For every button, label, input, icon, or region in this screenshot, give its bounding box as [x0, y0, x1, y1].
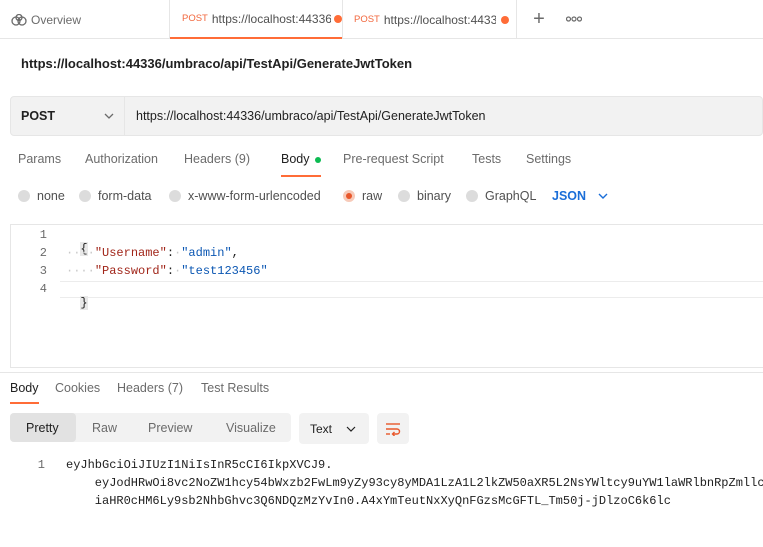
- response-format-select[interactable]: Text: [299, 413, 369, 444]
- body-format-select[interactable]: JSON: [552, 188, 608, 204]
- radio-circle[interactable]: [169, 190, 181, 202]
- indent-guide: ····: [66, 246, 95, 260]
- more-horizontal-icon: [566, 16, 582, 22]
- tab-overview[interactable]: Overview: [0, 0, 169, 39]
- new-tab-button[interactable]: +: [529, 8, 549, 30]
- wrap-lines-icon: [386, 422, 401, 436]
- radio-circle[interactable]: [79, 190, 91, 202]
- code-line[interactable]: ····"Username":·"admin",: [66, 246, 239, 260]
- tab-pre-request-script[interactable]: Pre-request Script: [343, 152, 444, 166]
- radio-raw[interactable]: raw: [343, 188, 382, 204]
- code-line[interactable]: ····"Password":·"test123456": [66, 264, 268, 278]
- indent-guide: ····: [66, 264, 95, 278]
- response-tab-headers[interactable]: Headers (7): [117, 381, 183, 395]
- active-tab-indicator: [281, 175, 321, 177]
- json-comma: ,: [231, 246, 239, 260]
- request-title[interactable]: https://localhost:44336/umbraco/api/Test…: [21, 56, 412, 71]
- line-number: 3: [39, 264, 47, 278]
- response-tab-test-results[interactable]: Test Results: [201, 381, 269, 395]
- response-line-number: 1: [37, 458, 45, 472]
- tab-method-tag: POST: [182, 13, 208, 24]
- radio-circle[interactable]: [466, 190, 478, 202]
- radio-circle[interactable]: [398, 190, 410, 202]
- tab-authorization[interactable]: Authorization: [85, 152, 158, 166]
- tab-url: https://localhost:44336/umbraco/api/Test…: [211, 11, 331, 26]
- radio-label: GraphQL: [485, 189, 537, 203]
- json-value: "test123456": [181, 264, 268, 278]
- more-tabs-button[interactable]: [566, 11, 582, 27]
- tab-overview-label: Overview: [31, 12, 82, 27]
- wrap-lines-button[interactable]: [377, 413, 409, 444]
- radio-form-data[interactable]: form-data: [79, 188, 152, 204]
- view-mode-pretty[interactable]: Pretty: [26, 413, 59, 442]
- radio-label: binary: [417, 189, 452, 203]
- active-line-highlight: [60, 281, 763, 298]
- view-mode-raw[interactable]: Raw: [92, 413, 117, 442]
- radio-label: form-data: [98, 189, 152, 203]
- chevron-down-icon: [104, 113, 114, 119]
- plus-icon: +: [533, 7, 545, 30]
- line-number: 2: [39, 246, 47, 260]
- radio-label: x-www-form-urlencoded: [188, 189, 321, 203]
- response-format-value: Text: [310, 421, 333, 436]
- chevron-down-icon: [598, 193, 608, 199]
- radio-label: none: [37, 189, 65, 203]
- tab-headers[interactable]: Headers (9): [184, 152, 250, 166]
- code-line[interactable]: }: [66, 282, 88, 310]
- tab-body[interactable]: Body: [281, 152, 321, 166]
- close-brace: }: [80, 296, 88, 310]
- response-line[interactable]: eyJodHRwOi8vc2NoZW1hcy54bWxzb2FwLm9yZy93…: [66, 476, 763, 490]
- view-mode-visualize[interactable]: Visualize: [226, 413, 276, 442]
- json-colon: :: [166, 264, 175, 278]
- json-key: "Username": [94, 246, 167, 260]
- radio-circle-selected[interactable]: [343, 190, 355, 202]
- unsaved-dot-icon: [500, 15, 509, 24]
- response-line[interactable]: eyJhbGciOiJIUzI1NiIsInR5cCI6IkpXVCJ9.: [66, 458, 332, 472]
- tab-body-label: Body: [281, 152, 310, 166]
- radio-binary[interactable]: binary: [398, 188, 451, 204]
- tab-tests[interactable]: Tests: [472, 152, 501, 166]
- url-input[interactable]: https://localhost:44336/umbraco/api/Test…: [136, 96, 486, 136]
- method-select[interactable]: POST: [10, 96, 125, 136]
- active-response-tab-indicator: [10, 402, 39, 404]
- response-line[interactable]: iaHR0cHM6Ly9sb2NhbGhvc3Q6NDQzMzYvIn0.A4x…: [66, 494, 671, 508]
- unsaved-dot-icon: [334, 14, 342, 23]
- line-number: 1: [39, 228, 47, 242]
- tab-url: https://localhost:44336/umbraco/api/Test…: [383, 12, 496, 27]
- tab-method-tag: POST: [354, 14, 380, 25]
- method-value: POST: [21, 109, 56, 123]
- tab-settings[interactable]: Settings: [526, 152, 571, 166]
- json-colon: :: [166, 246, 175, 260]
- chevron-down-icon: [346, 426, 356, 432]
- modified-dot-icon: [314, 156, 321, 163]
- body-format-value: JSON: [552, 189, 587, 203]
- view-mode-preview[interactable]: Preview: [148, 413, 192, 442]
- radio-label: raw: [362, 189, 383, 203]
- response-divider[interactable]: [0, 372, 763, 373]
- response-tab-cookies[interactable]: Cookies: [55, 381, 100, 395]
- json-value: "admin": [181, 246, 232, 260]
- tab-request-2[interactable]: POST https://localhost:44336/umbraco/api…: [343, 0, 516, 39]
- json-key: "Password": [94, 264, 167, 278]
- tab-request-1[interactable]: POST https://localhost:44336/umbraco/api…: [170, 0, 342, 39]
- radio-circle[interactable]: [18, 190, 30, 202]
- line-number: 4: [39, 282, 47, 296]
- overview-icon: [11, 13, 27, 26]
- radio-x-www-form-urlencoded[interactable]: x-www-form-urlencoded: [169, 188, 321, 204]
- response-tab-body[interactable]: Body: [10, 381, 39, 395]
- tab-params[interactable]: Params: [18, 152, 61, 166]
- radio-graphql[interactable]: GraphQL: [466, 188, 536, 204]
- tab-divider: [516, 0, 517, 39]
- radio-none[interactable]: none: [18, 188, 65, 204]
